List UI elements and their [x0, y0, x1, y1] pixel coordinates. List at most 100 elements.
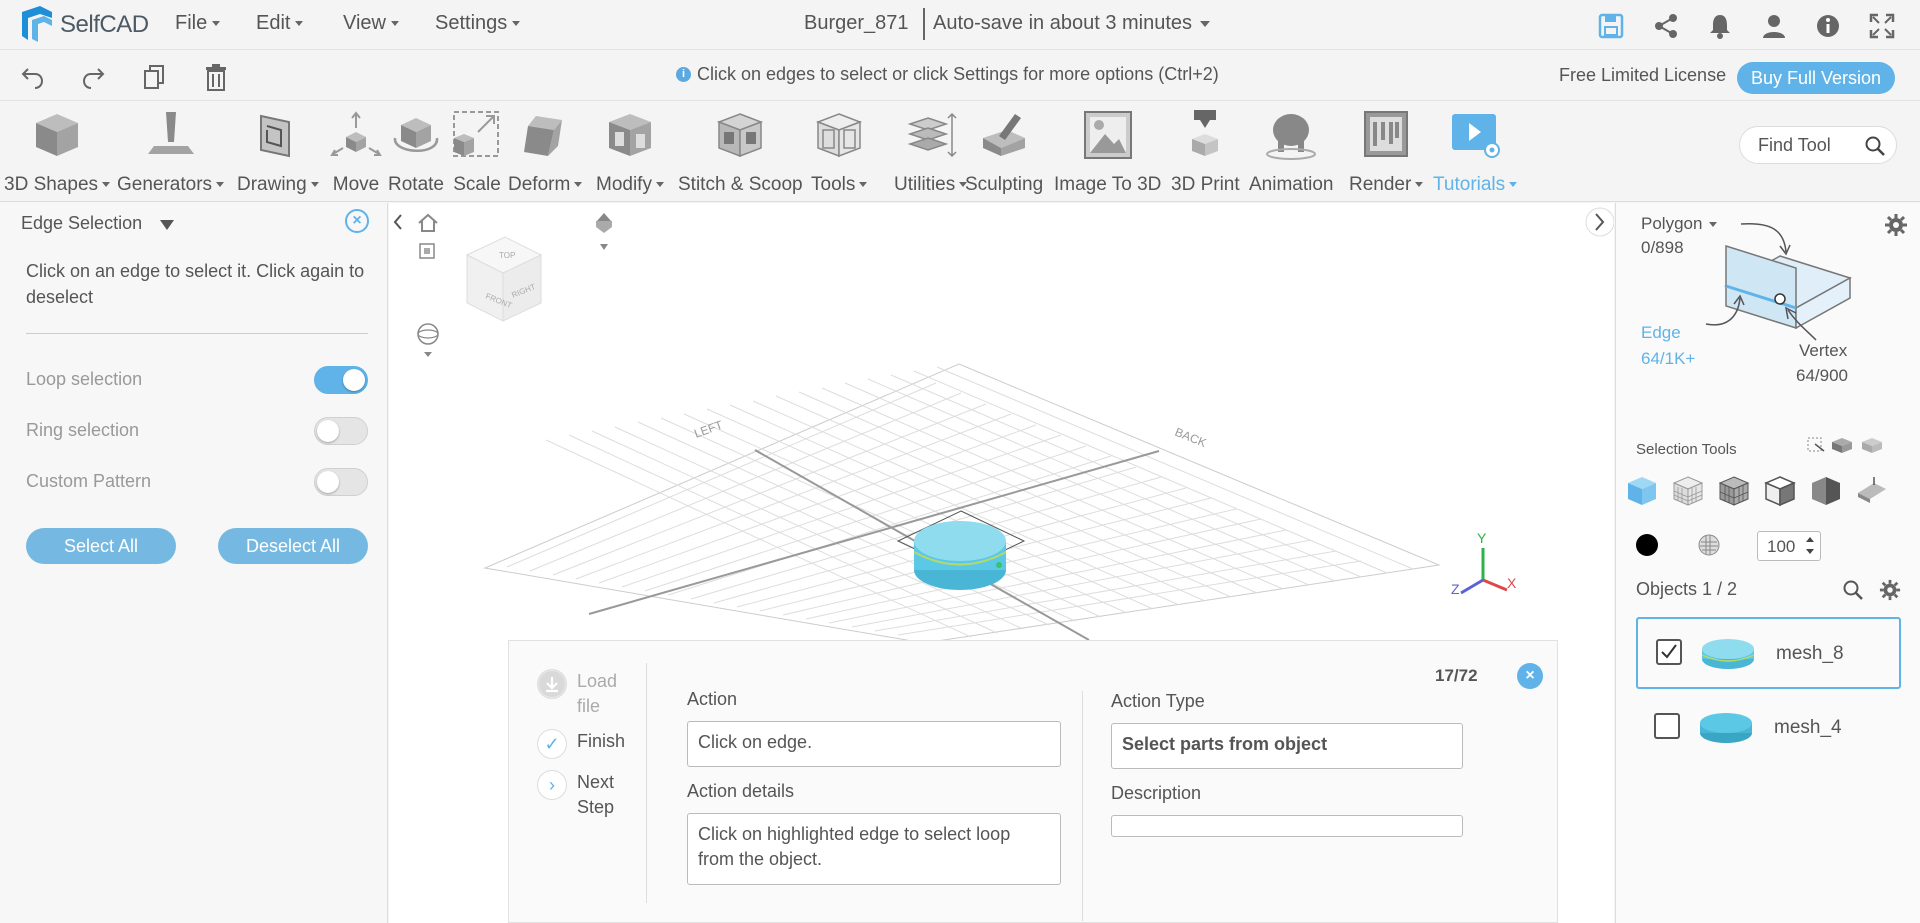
- step-finish[interactable]: ✓ Finish: [537, 729, 625, 759]
- find-tool-search[interactable]: Find Tool: [1739, 126, 1897, 164]
- texture-icon[interactable]: [1697, 533, 1721, 557]
- select-mesh-icon[interactable]: [1716, 473, 1752, 509]
- objects-settings-icon[interactable]: [1879, 579, 1901, 601]
- tool-modify[interactable]: Modify: [596, 108, 664, 196]
- deform-icon: [524, 116, 563, 156]
- menu-file[interactable]: File: [175, 12, 220, 35]
- object-checkbox[interactable]: [1654, 713, 1680, 739]
- search-icon[interactable]: [1864, 135, 1886, 157]
- tool-animation[interactable]: Animation: [1249, 108, 1334, 196]
- tool-sculpting[interactable]: Sculpting: [965, 108, 1043, 196]
- loop-selection-toggle[interactable]: [314, 366, 368, 394]
- tool-3d-shapes[interactable]: 3D Shapes: [4, 108, 110, 196]
- camera-icon[interactable]: [596, 213, 612, 250]
- collapse-left-icon[interactable]: [393, 214, 402, 230]
- collapse-right-icon[interactable]: [1585, 207, 1614, 237]
- save-icon[interactable]: [1597, 12, 1625, 40]
- top-bar: SelfCAD File Edit View Settings Burger_8…: [0, 0, 1920, 50]
- burger-object[interactable]: [896, 510, 1026, 590]
- divider: [646, 663, 647, 903]
- view-cube-top-label: TOP: [499, 251, 515, 260]
- close-panel-button[interactable]: ×: [345, 209, 369, 233]
- generator-icon: [147, 112, 194, 154]
- main-toolbar: 3D Shapes Generators Drawing Move Rotate: [0, 102, 1920, 202]
- tool-tutorials[interactable]: Tutorials: [1433, 108, 1517, 196]
- vertex-mode-label[interactable]: Vertex: [1799, 341, 1847, 361]
- autosave-status[interactable]: Auto-save in about 3 minutes: [933, 12, 1210, 35]
- tool-stitch-scoop[interactable]: Stitch & Scoop: [678, 108, 803, 196]
- tool-rotate[interactable]: Rotate: [388, 108, 444, 196]
- tool-move[interactable]: Move: [329, 108, 383, 196]
- select-all-button[interactable]: Select All: [26, 528, 176, 564]
- redo-icon[interactable]: [80, 63, 106, 91]
- hint-message: i Click on edges to select or click Sett…: [676, 64, 1219, 85]
- menu-view[interactable]: View: [343, 12, 399, 35]
- search-objects-icon[interactable]: [1842, 579, 1864, 601]
- select-outline-icon[interactable]: [1762, 473, 1798, 509]
- select-grid-icon[interactable]: [1670, 473, 1706, 509]
- object-row-mesh-4[interactable]: mesh_4: [1636, 693, 1901, 765]
- tool-tools[interactable]: Tools: [811, 108, 867, 196]
- help-icon[interactable]: [1814, 12, 1842, 40]
- object-name: mesh_4: [1774, 717, 1842, 738]
- fullscreen-icon[interactable]: [1868, 12, 1896, 40]
- chevron-up-icon[interactable]: [1806, 537, 1814, 542]
- description-field[interactable]: [1111, 815, 1463, 837]
- selfcad-logo[interactable]: SelfCAD: [20, 4, 149, 46]
- tool-generators[interactable]: Generators: [117, 108, 224, 196]
- stitch-scoop-icon: [717, 113, 764, 158]
- deselect-all-button[interactable]: Deselect All: [218, 528, 368, 564]
- close-panel-button[interactable]: ×: [1517, 663, 1543, 689]
- copy-icon[interactable]: [141, 63, 167, 91]
- color-swatch[interactable]: [1636, 534, 1658, 556]
- action-details-field[interactable]: Click on highlighted edge to select loop…: [687, 813, 1061, 885]
- grid-back-label: BACK: [1173, 425, 1209, 450]
- user-icon[interactable]: [1760, 12, 1788, 40]
- select-whole-object-icon[interactable]: [1624, 473, 1660, 509]
- selection-tool-options[interactable]: [1806, 435, 1886, 455]
- find-tool-placeholder: Find Tool: [1758, 134, 1831, 155]
- buy-full-version-button[interactable]: Buy Full Version: [1737, 62, 1895, 94]
- chevron-down-icon[interactable]: [160, 220, 174, 230]
- home-icon[interactable]: [418, 213, 438, 232]
- opacity-stepper[interactable]: 100: [1757, 531, 1821, 561]
- object-checkbox[interactable]: [1656, 639, 1682, 665]
- document-title[interactable]: Burger_871: [804, 12, 909, 35]
- menu-edit[interactable]: Edit: [256, 12, 303, 35]
- orbit-icon[interactable]: [417, 323, 439, 357]
- select-plane-icon[interactable]: [1854, 473, 1890, 509]
- action-field[interactable]: Click on edge.: [687, 721, 1061, 767]
- tool-image-to-3d[interactable]: Image To 3D: [1054, 108, 1161, 196]
- 3d-print-icon: [1192, 110, 1219, 156]
- chevron-down-icon[interactable]: [1806, 549, 1814, 554]
- axis-y-label: Y: [1477, 530, 1487, 546]
- share-icon[interactable]: [1652, 12, 1680, 40]
- delete-icon[interactable]: [203, 63, 229, 91]
- action-details-label: Action details: [687, 781, 795, 801]
- panel-title: Edge Selection: [21, 213, 143, 233]
- edge-mode-label[interactable]: Edge: [1641, 323, 1681, 343]
- tool-deform[interactable]: Deform: [508, 108, 582, 196]
- edge-count: 64/1K+: [1641, 349, 1696, 368]
- view-cube[interactable]: TOP FRONT RIGHT: [465, 236, 543, 322]
- select-face-icon[interactable]: [1808, 473, 1844, 509]
- undo-icon[interactable]: [20, 63, 46, 91]
- step-next[interactable]: › Next Step: [537, 770, 627, 820]
- custom-pattern-toggle[interactable]: [314, 468, 368, 496]
- tool-drawing[interactable]: Drawing: [237, 108, 319, 196]
- object-row-mesh-8[interactable]: mesh_8: [1636, 617, 1901, 689]
- tool-utilities[interactable]: Utilities: [894, 108, 967, 196]
- tool-render[interactable]: Render: [1349, 108, 1423, 196]
- menu-settings[interactable]: Settings: [435, 12, 520, 35]
- tutorials-icon: [1452, 114, 1501, 158]
- tool-scale[interactable]: Scale: [450, 108, 504, 196]
- tool-3d-print[interactable]: 3D Print: [1171, 108, 1240, 196]
- ring-selection-toggle[interactable]: [314, 417, 368, 445]
- fit-view-icon[interactable]: [419, 243, 435, 259]
- bell-icon[interactable]: [1706, 12, 1734, 40]
- panel-description: Click on an edge to select it. Click aga…: [26, 261, 365, 307]
- action-type-field[interactable]: Select parts from object: [1111, 723, 1463, 769]
- axis-gizmo: Y X Z: [1451, 530, 1517, 597]
- selection-mode-cube[interactable]: [1676, 218, 1911, 348]
- object-thumbnail: [1700, 713, 1752, 743]
